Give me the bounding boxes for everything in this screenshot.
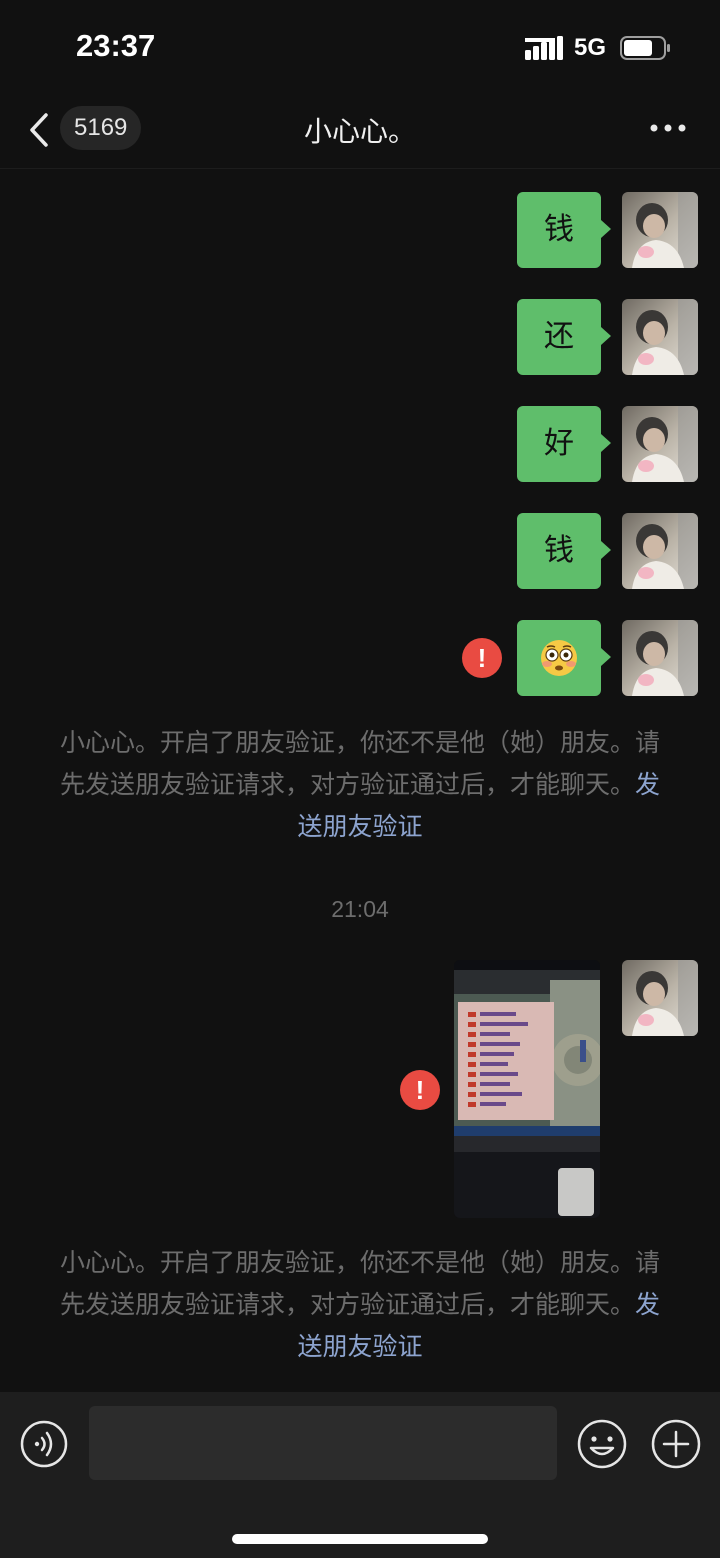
- emoji-icon[interactable]: [576, 1418, 628, 1470]
- message-row: 钱: [0, 192, 720, 268]
- text-bubble[interactable]: 好: [517, 406, 611, 482]
- send-failed-icon[interactable]: !: [400, 1070, 440, 1110]
- battery-icon: [620, 36, 670, 60]
- network-label: 5G: [574, 34, 607, 61]
- send-failed-icon[interactable]: !: [462, 638, 502, 678]
- chevron-left-icon[interactable]: [26, 112, 52, 148]
- input-bar: [0, 1392, 720, 1558]
- timestamp: 21:04: [331, 896, 389, 922]
- message-row: 钱: [0, 513, 720, 589]
- notice-text: 小心心。开启了朋友验证，你还不是他（她）朋友。请先发送朋友验证请求，对方验证通过…: [59, 728, 660, 799]
- my-avatar[interactable]: [622, 192, 698, 268]
- photo-thumbnail: [454, 960, 600, 1218]
- friend-verification-notice: 小心心。开启了朋友验证，你还不是他（她）朋友。请先发送朋友验证请求，对方验证通过…: [56, 722, 664, 848]
- my-avatar[interactable]: [622, 513, 698, 589]
- message-row: 还: [0, 299, 720, 375]
- status-time: 23:37: [76, 28, 156, 63]
- text-bubble[interactable]: 还: [517, 299, 611, 375]
- home-indicator: [232, 1534, 488, 1544]
- image-message[interactable]: [454, 960, 600, 1218]
- emoji-bubble[interactable]: [517, 620, 611, 696]
- my-avatar[interactable]: [622, 406, 698, 482]
- friend-verification-notice: 小心心。开启了朋友验证，你还不是他（她）朋友。请先发送朋友验证请求，对方验证通过…: [56, 1242, 664, 1368]
- unread-count-badge[interactable]: 5169: [60, 106, 142, 150]
- voice-icon[interactable]: [20, 1420, 68, 1468]
- message-row: 好: [0, 406, 720, 482]
- my-avatar[interactable]: [622, 960, 698, 1036]
- more-dots-icon[interactable]: [648, 120, 688, 136]
- chat-screen: 23:37 5G 5169 小心心。 钱 还 好 钱 ! 小心心。开启了朋友验证…: [0, 0, 720, 1558]
- my-avatar[interactable]: [622, 620, 698, 696]
- my-avatar[interactable]: [622, 299, 698, 375]
- signal-bars-icon: [525, 36, 563, 60]
- plus-icon[interactable]: [650, 1418, 702, 1470]
- text-bubble[interactable]: 钱: [517, 192, 611, 268]
- message-input[interactable]: [89, 1406, 557, 1480]
- notice-text: 小心心。开启了朋友验证，你还不是他（她）朋友。请先发送朋友验证请求，对方验证通过…: [59, 1248, 660, 1319]
- flushed-face-icon: [541, 640, 577, 676]
- status-bar: 23:37 5G: [0, 0, 720, 96]
- nav-bar: 5169 小心心。: [0, 96, 720, 169]
- message-row: !: [0, 620, 720, 696]
- text-bubble[interactable]: 钱: [517, 513, 611, 589]
